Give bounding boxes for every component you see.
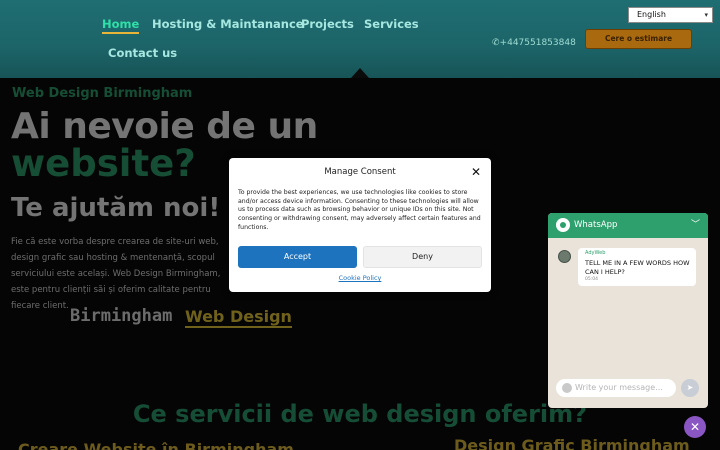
close-chat-button[interactable]: ✕: [684, 416, 706, 438]
chat-message: AdyWeb TELL ME IN A FEW WORDS HOW CAN I …: [578, 248, 696, 286]
message-placeholder: Write your message...: [575, 383, 663, 392]
phone-link[interactable]: ✆+447551853848: [492, 38, 576, 48]
deny-button[interactable]: Deny: [363, 246, 482, 268]
message-sender: AdyWeb: [585, 250, 606, 256]
nav-projects[interactable]: Projects: [301, 17, 354, 31]
phone-number: +447551853848: [499, 38, 576, 48]
message-text: TELL ME IN A FEW WORDS HOW CAN I HELP?: [585, 259, 690, 276]
language-select[interactable]: English ▾: [628, 7, 713, 23]
message-time: 05:04: [585, 277, 598, 282]
nav-active-caret: [351, 68, 369, 78]
consent-title: Manage Consent: [324, 167, 396, 177]
consent-modal: Manage Consent ✕ To provide the best exp…: [229, 158, 491, 292]
consent-text: To provide the best experiences, we use …: [238, 189, 481, 231]
send-icon: ➤: [686, 383, 694, 392]
phone-icon: ✆: [492, 38, 500, 48]
close-icon[interactable]: ✕: [471, 165, 481, 179]
estimate-button[interactable]: Cere o estimare: [585, 29, 692, 49]
whatsapp-icon: [556, 218, 570, 232]
accept-button[interactable]: Accept: [238, 246, 357, 268]
nav-contact[interactable]: Contact us: [108, 46, 177, 60]
nav-hosting[interactable]: Hosting & Maintanance: [152, 17, 304, 31]
emoji-icon[interactable]: [562, 383, 572, 393]
nav-home[interactable]: Home: [102, 17, 140, 34]
chevron-down-icon: ▾: [704, 11, 708, 19]
chevron-down-icon[interactable]: ﹀: [691, 217, 700, 230]
close-icon: ✕: [689, 420, 701, 434]
send-button[interactable]: ➤: [681, 379, 699, 397]
nav-services[interactable]: Services: [364, 17, 419, 31]
whatsapp-header: WhatsApp ﹀: [548, 213, 708, 238]
language-value: English: [637, 10, 666, 19]
cookie-policy-link[interactable]: Cookie Policy: [229, 274, 491, 282]
whatsapp-widget: WhatsApp ﹀ AdyWeb TELL ME IN A FEW WORDS…: [548, 213, 708, 408]
site-header: Home Hosting & Maintanance Projects Serv…: [0, 0, 720, 78]
whatsapp-title: WhatsApp: [574, 220, 618, 230]
avatar: [558, 250, 571, 263]
message-input[interactable]: Write your message...: [556, 379, 676, 397]
